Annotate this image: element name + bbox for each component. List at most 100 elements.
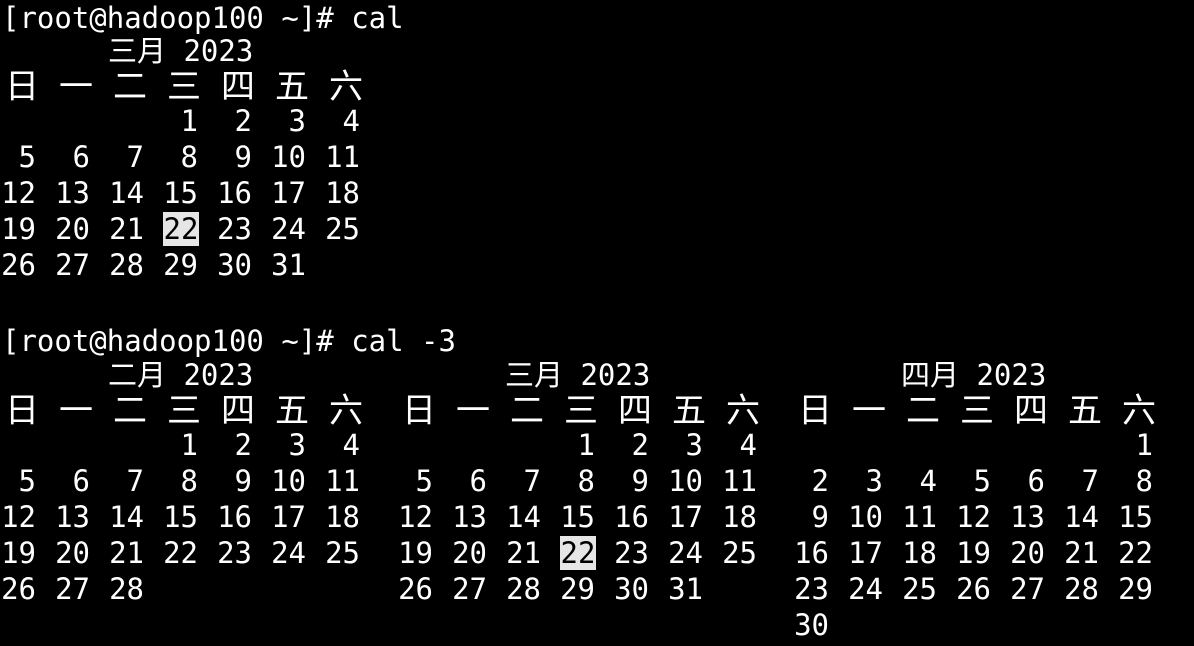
day-cell: 25 (722, 536, 757, 570)
day-cell: 18 (902, 536, 937, 570)
day-cell: 2 (234, 104, 252, 138)
day-cell: 5 (18, 140, 36, 174)
day-cell: 26 (956, 572, 991, 606)
day-cell: 29 (163, 248, 198, 282)
day-cell: 16 (217, 176, 252, 210)
day-cell: 24 (668, 536, 703, 570)
day-cell: 11 (722, 464, 757, 498)
weekday-header: 三 (564, 391, 598, 431)
day-cell: 18 (325, 500, 360, 534)
weekday-header: 日 (5, 391, 39, 431)
day-cell: 27 (452, 572, 487, 606)
day-cell: 7 (1081, 464, 1099, 498)
day-cell: 24 (271, 536, 306, 570)
weekday-header: 六 (329, 391, 363, 431)
weekday-header: 日 (402, 391, 436, 431)
weekday-header: 日 (5, 67, 39, 107)
day-cell: 17 (271, 500, 306, 534)
day-cell: 13 (452, 500, 487, 534)
weekday-header: 五 (275, 67, 309, 107)
weekday-header: 二 (113, 67, 147, 107)
day-cell: 17 (848, 536, 883, 570)
day-cell: 8 (577, 464, 595, 498)
day-cell: 5 (18, 464, 36, 498)
day-cell: 8 (180, 464, 198, 498)
terminal-window[interactable]: [root@hadoop100 ~]# cal 三月 2023 日一二三四五六 1 2… (0, 0, 1194, 646)
weekday-header: 三 (167, 391, 201, 431)
day-cell: 1 (180, 104, 198, 138)
day-cell: 14 (506, 500, 541, 534)
day-cell: 3 (288, 428, 306, 462)
day-cell: 9 (811, 500, 829, 534)
day-cell: 20 (452, 536, 487, 570)
day-cell: 14 (109, 500, 144, 534)
day-cell: 6 (469, 464, 487, 498)
day-cell: 4 (919, 464, 937, 498)
day-cell: 9 (234, 464, 252, 498)
prompt-line-cal-3: [root@hadoop100 ~]# cal -3 (2, 324, 456, 358)
weekday-header: 日 (798, 391, 832, 431)
day-cell: 30 (217, 248, 252, 282)
day-cell: 18 (325, 176, 360, 210)
day-cell: 4 (342, 104, 360, 138)
month-title-march-2023: 三月 2023 (108, 34, 254, 68)
day-cell: 7 (523, 464, 541, 498)
day-cell: 19 (956, 536, 991, 570)
day-cell: 17 (271, 176, 306, 210)
day-cell: 23 (217, 212, 252, 246)
day-cell: 27 (1010, 572, 1045, 606)
weekday-header: 六 (1122, 391, 1156, 431)
day-cell: 4 (342, 428, 360, 462)
day-cell: 26 (1, 248, 36, 282)
day-cell: 23 (794, 572, 829, 606)
day-cell: 31 (271, 248, 306, 282)
day-cell: 12 (1, 500, 36, 534)
day-cell: 21 (1064, 536, 1099, 570)
day-cell: 21 (109, 212, 144, 246)
weekday-header: 四 (618, 391, 652, 431)
day-cell: 9 (234, 140, 252, 174)
day-cell: 16 (794, 536, 829, 570)
day-cell: 17 (668, 500, 703, 534)
day-cell: 30 (794, 608, 829, 642)
weekday-header: 一 (59, 67, 93, 107)
day-cell: 11 (325, 140, 360, 174)
day-cell: 1 (577, 428, 595, 462)
day-cell: 20 (1010, 536, 1045, 570)
day-cell: 20 (55, 212, 90, 246)
day-cell: 1 (180, 428, 198, 462)
weekday-header: 六 (329, 67, 363, 107)
day-cell: 3 (288, 104, 306, 138)
day-cell: 3 (865, 464, 883, 498)
day-cell: 30 (614, 572, 649, 606)
day-cell: 21 (506, 536, 541, 570)
day-cell: 8 (1135, 464, 1153, 498)
weekday-header: 四 (221, 67, 255, 107)
day-cell: 12 (1, 176, 36, 210)
day-cell: 23 (217, 536, 252, 570)
day-cell: 14 (1064, 500, 1099, 534)
day-cell: 23 (614, 536, 649, 570)
day-cell: 25 (902, 572, 937, 606)
day-cell: 21 (109, 536, 144, 570)
day-cell: 29 (560, 572, 595, 606)
today-highlight-day: 22 (163, 212, 199, 246)
day-cell: 15 (163, 500, 198, 534)
day-cell: 24 (848, 572, 883, 606)
day-cell: 16 (614, 500, 649, 534)
day-cell: 7 (126, 140, 144, 174)
day-cell: 27 (55, 572, 90, 606)
weekday-header: 二 (510, 391, 544, 431)
prompt-line-cal: [root@hadoop100 ~]# cal (2, 1, 404, 35)
day-cell: 19 (1, 536, 36, 570)
weekday-header: 二 (113, 391, 147, 431)
day-cell: 26 (398, 572, 433, 606)
weekday-header: 四 (1014, 391, 1048, 431)
weekday-header: 三 (167, 67, 201, 107)
day-cell: 1 (1135, 428, 1153, 462)
day-cell: 12 (956, 500, 991, 534)
day-cell: 10 (271, 464, 306, 498)
day-cell: 19 (398, 536, 433, 570)
weekday-header: 三 (960, 391, 994, 431)
day-cell: 15 (560, 500, 595, 534)
